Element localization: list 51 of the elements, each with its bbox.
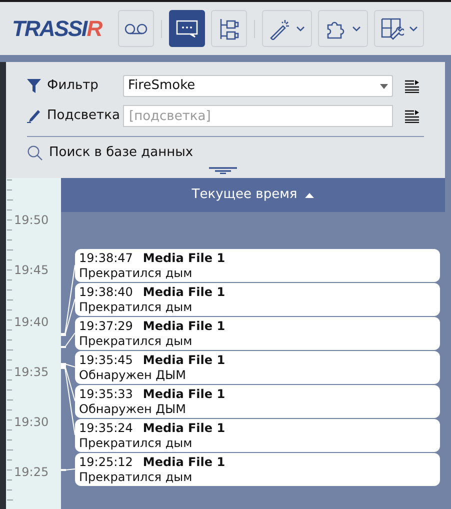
highlight-field[interactable]: [подсветка]: [123, 105, 393, 127]
ruler-time-label: 19:25: [14, 465, 49, 479]
ruler-time-label: 19:50: [14, 213, 49, 227]
tree-icon: [218, 16, 240, 40]
event-message: Обнаружен ДЫМ: [79, 402, 187, 416]
filter-icon: [27, 79, 41, 93]
grid-wrench-icon: [380, 16, 404, 40]
event-message: Прекратился дым: [79, 436, 194, 450]
chat-icon: [175, 18, 199, 38]
event-message: Прекратился дым: [79, 334, 194, 348]
event-card[interactable]: 19:38:40 Media File 1 Прекратился дым: [75, 283, 440, 316]
list-arrow-icon[interactable]: [405, 80, 419, 92]
event-title: 19:35:45 Media File 1: [79, 352, 226, 368]
event-title: 19:37:29 Media File 1: [79, 318, 226, 334]
filter-label: Фильтр: [47, 77, 100, 96]
event-title: 19:25:12 Media File 1: [79, 454, 226, 470]
event-card[interactable]: 19:35:24 Media File 1 Прекратился дым: [75, 419, 440, 452]
database-search-link[interactable]: Поиск в базе данных: [49, 143, 194, 162]
tape-icon: [124, 22, 148, 34]
ruler-time-label: 19:30: [14, 415, 49, 429]
event-card[interactable]: 19:38:47 Media File 1 Прекратился дым: [75, 249, 440, 282]
chevron-down-icon: [352, 26, 361, 32]
pen-icon: [27, 109, 41, 123]
filter-dropdown[interactable]: FireSmoke: [123, 75, 393, 97]
chevron-down-icon: [296, 26, 305, 32]
event-title: 19:38:47 Media File 1: [79, 250, 226, 266]
ruler-time-label: 19:35: [14, 365, 49, 379]
event-title: 19:38:40 Media File 1: [79, 284, 226, 300]
expand-filter-icon[interactable]: [208, 166, 236, 174]
ruler-time-label: 19:40: [14, 315, 49, 329]
event-title: 19:35:24 Media File 1: [79, 420, 226, 436]
event-message: Обнаружен ДЫМ: [79, 368, 187, 382]
event-card[interactable]: 19:35:45 Media File 1 Обнаружен ДЫМ: [75, 351, 440, 384]
sort-up-icon: [305, 192, 314, 198]
event-card[interactable]: 19:25:12 Media File 1 Прекратился дым: [75, 453, 440, 486]
timeline-header[interactable]: Текущее время: [61, 178, 445, 212]
event-message: Прекратился дым: [79, 470, 194, 484]
chevron-down-icon: [409, 26, 418, 32]
event-title: 19:35:33 Media File 1: [79, 386, 226, 402]
search-icon: [27, 144, 43, 161]
ruler-time-label: 19:45: [14, 263, 49, 277]
dropdown-arrow-icon: [380, 84, 388, 88]
list-arrow-icon[interactable]: [405, 110, 419, 122]
logo: TRASSIR: [12, 15, 104, 43]
event-card[interactable]: 19:35:33 Media File 1 Обнаружен ДЫМ: [75, 385, 440, 418]
wand-icon: [269, 18, 291, 40]
event-message: Прекратился дым: [79, 300, 194, 314]
highlight-label: Подсветка: [47, 107, 121, 126]
toolbar-button[interactable]: [169, 10, 205, 47]
event-card[interactable]: 19:37:29 Media File 1 Прекратился дым: [75, 317, 440, 350]
event-message: Прекратился дым: [79, 266, 194, 280]
